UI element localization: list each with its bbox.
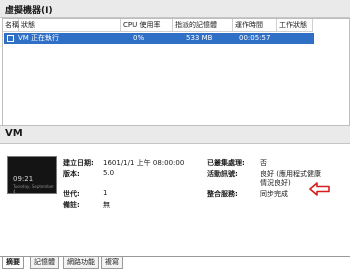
- vm-row-task: [279, 33, 281, 44]
- clustered-value: 否: [260, 159, 267, 167]
- vm-row-name: VM: [18, 34, 29, 42]
- vm-row-uptime: 00:05:57: [239, 34, 271, 42]
- heartbeat-label: 活動訊號:: [207, 170, 238, 178]
- tab-networking[interactable]: 網路功能: [63, 257, 99, 269]
- column-header-task[interactable]: 工作狀態: [277, 19, 313, 32]
- thumbnail-time: 09:21: [13, 175, 34, 183]
- column-header-state[interactable]: 狀態: [19, 19, 121, 32]
- tab-summary[interactable]: 摘要: [2, 257, 24, 269]
- notes-value: 無: [103, 201, 110, 209]
- vm-panel-title: 虛擬機器(I): [5, 6, 53, 16]
- notes-label: 備註:: [63, 201, 80, 209]
- column-header-name[interactable]: 名稱: [3, 19, 19, 32]
- tab-replication[interactable]: 複寫: [101, 257, 123, 269]
- vm-row-memory: 533 MB: [186, 34, 213, 42]
- generation-label: 世代:: [63, 190, 80, 198]
- column-header-uptime[interactable]: 運作時間: [233, 19, 277, 32]
- vm-panel-header: 虛擬機器(I): [0, 0, 350, 18]
- heartbeat-value-line2: 情況良好): [260, 179, 291, 187]
- tab-memory[interactable]: 記憶體: [30, 257, 59, 269]
- column-header-cpu[interactable]: CPU 使用率: [121, 19, 173, 32]
- red-arrow-icon: [309, 182, 330, 196]
- integration-label: 整合服務:: [207, 190, 238, 198]
- thumbnail-caption: Tuesday, September 4: [13, 184, 54, 194]
- vm-row-cpu: 0%: [133, 34, 145, 42]
- created-value: 1601/1/1 上午 08:00:00: [103, 159, 185, 167]
- clustered-label: 已叢集處理:: [207, 159, 245, 167]
- column-header-memory[interactable]: 指派的記憶體: [173, 19, 233, 32]
- details-tab-strip: 摘要 記憶體 網路功能 複寫: [0, 256, 350, 270]
- version-label: 版本:: [63, 170, 80, 178]
- details-header: VM: [0, 126, 350, 144]
- vm-list: 名稱 狀態 CPU 使用率 指派的記憶體 運作時間 工作狀態 VM 正在執行 0…: [2, 18, 350, 126]
- vm-icon: [7, 35, 14, 42]
- details-title: VM: [5, 128, 23, 139]
- generation-value: 1: [103, 189, 108, 197]
- vm-row-state: 正在執行: [31, 34, 59, 42]
- created-label: 建立日期:: [63, 159, 94, 167]
- vm-thumbnail[interactable]: 09:21 Tuesday, September 4: [7, 156, 57, 194]
- integration-value: 同步完成: [260, 190, 288, 198]
- version-value: 5.0: [103, 169, 115, 177]
- vm-row[interactable]: VM 正在執行 0% 533 MB 00:05:57: [4, 33, 314, 44]
